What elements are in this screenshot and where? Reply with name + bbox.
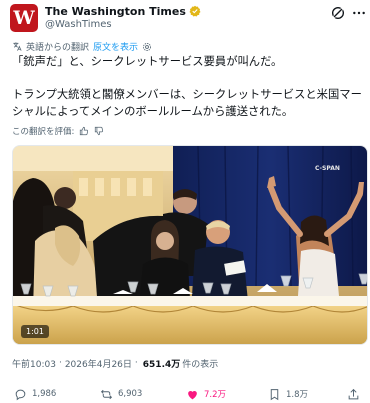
rate-translation-label: この翻訳を評価: (12, 126, 75, 137)
video-duration: 1:01 (21, 325, 49, 338)
meta-separator: · (58, 358, 62, 368)
grok-icon[interactable] (330, 5, 346, 21)
tweet-time[interactable]: 午前10:03 (12, 357, 56, 370)
bookmark-count: 1.8万 (286, 390, 309, 400)
repost-button[interactable]: 6,903 (100, 386, 142, 402)
account-handle[interactable]: @WashTimes (45, 19, 112, 30)
bookmark-icon (270, 388, 279, 400)
heart-icon (188, 390, 197, 399)
show-original-link[interactable]: 原文を表示 (93, 40, 138, 53)
reply-count: 1,986 (32, 389, 57, 399)
name-row: The Washington Times (45, 4, 201, 18)
share-icon (348, 388, 359, 399)
meta-separator: · (134, 358, 138, 368)
thumbs-down-icon[interactable] (94, 126, 104, 136)
translation-bar: 英語からの翻訳 原文を表示 (12, 40, 152, 53)
like-count: 7.2万 (204, 390, 227, 400)
reply-icon (15, 389, 26, 400)
translate-icon (13, 42, 22, 51)
tweet-text: 「銃声だ」と、シークレットサービス要員が叫んだ。 トランプ大統領と閣僚メンバーは… (12, 55, 362, 118)
tweet-meta: 午前10:03 · 2026年4月26日 · 651.4万 件の表示 (12, 356, 218, 370)
repost-icon (100, 389, 113, 399)
reply-button[interactable]: 1,986 (14, 386, 56, 402)
video-frame (13, 146, 367, 344)
thumbs-up-icon[interactable] (79, 126, 89, 136)
display-name[interactable]: The Washington Times (45, 5, 186, 18)
verified-badge-icon (189, 5, 201, 17)
bookmark-button[interactable]: 1.8万 (268, 386, 308, 402)
translation-note: 英語からの翻訳 (26, 43, 90, 53)
action-bar: 1,986 6,903 7.2万 1.8万 (0, 386, 370, 402)
rate-translation-row: この翻訳を評価: (12, 124, 104, 137)
share-button[interactable] (347, 386, 365, 402)
repost-count: 6,903 (118, 389, 143, 399)
gear-icon[interactable] (142, 42, 152, 52)
more-options-icon[interactable] (351, 5, 367, 21)
cspan-watermark: C-SPAN (315, 165, 340, 172)
views-suffix: 件の表示 (182, 359, 219, 370)
views-count: 651.4万 (142, 359, 181, 370)
video-player[interactable]: C-SPAN 1:01 (12, 145, 368, 345)
tweet-date[interactable]: 2026年4月26日 (65, 357, 132, 370)
tweet-header: W The Washington Times @WashTimes (0, 0, 370, 36)
avatar[interactable]: W (10, 4, 38, 32)
like-button[interactable]: 7.2万 (186, 386, 226, 402)
